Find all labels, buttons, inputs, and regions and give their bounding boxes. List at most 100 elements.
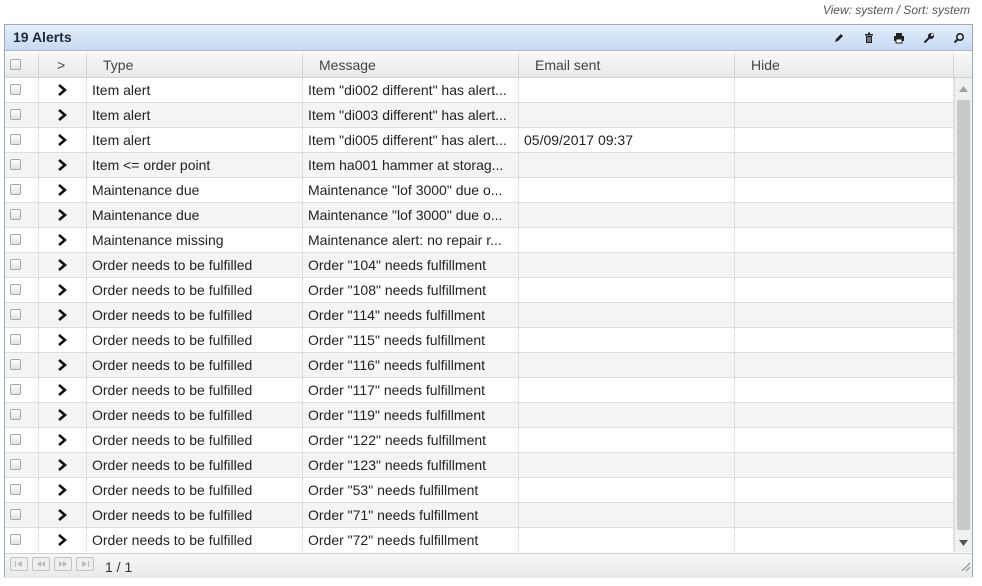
cell-message: Item "di005 different" has alert...: [303, 128, 519, 152]
row-checkbox[interactable]: [10, 184, 21, 195]
expand-row-icon[interactable]: [39, 403, 87, 427]
table-row[interactable]: Item alert Item "di005 different" has ale…: [5, 128, 954, 153]
first-page-icon[interactable]: [10, 557, 28, 571]
expand-row-icon[interactable]: [39, 303, 87, 327]
expand-row-icon[interactable]: [39, 328, 87, 352]
cell-email-sent: 05/09/2017 09:37: [519, 128, 735, 152]
panel-title: 19 Alerts: [13, 29, 72, 45]
expand-row-icon[interactable]: [39, 228, 87, 252]
row-checkbox[interactable]: [10, 159, 21, 170]
row-checkbox[interactable]: [10, 109, 21, 120]
table-row[interactable]: Order needs to be fulfilled Order "53" ne…: [5, 478, 954, 503]
row-checkbox[interactable]: [10, 284, 21, 295]
cell-message: Maintenance "lof 3000" due o...: [303, 203, 519, 227]
cell-email-sent: [519, 203, 735, 227]
column-header-hide[interactable]: Hide: [735, 53, 954, 77]
select-all-cell: [5, 53, 39, 77]
row-checkbox[interactable]: [10, 84, 21, 95]
expand-row-icon[interactable]: [39, 178, 87, 202]
column-header-email-sent[interactable]: Email sent: [519, 53, 735, 77]
edit-icon[interactable]: [830, 29, 848, 47]
row-checkbox[interactable]: [10, 309, 21, 320]
table-row[interactable]: Order needs to be fulfilled Order "104" n…: [5, 253, 954, 278]
cell-email-sent: [519, 378, 735, 402]
table-row[interactable]: Maintenance missing Maintenance alert: no…: [5, 228, 954, 253]
cell-type: Order needs to be fulfilled: [87, 453, 303, 477]
row-checkbox[interactable]: [10, 384, 21, 395]
row-checkbox[interactable]: [10, 509, 21, 520]
scrollbar-thumb[interactable]: [957, 100, 970, 530]
row-checkbox[interactable]: [10, 234, 21, 245]
expand-row-icon[interactable]: [39, 153, 87, 177]
cell-message: Order "114" needs fulfillment: [303, 303, 519, 327]
next-page-icon[interactable]: [54, 557, 72, 571]
cell-type: Order needs to be fulfilled: [87, 378, 303, 402]
row-checkbox[interactable]: [10, 434, 21, 445]
expand-row-icon[interactable]: [39, 203, 87, 227]
expand-row-icon[interactable]: [39, 278, 87, 302]
expand-row-icon[interactable]: [39, 528, 87, 552]
cell-hide: [735, 528, 954, 552]
table-row[interactable]: Item alert Item "di003 different" has ale…: [5, 103, 954, 128]
table-row[interactable]: Order needs to be fulfilled Order "117" n…: [5, 378, 954, 403]
expand-row-icon[interactable]: [39, 453, 87, 477]
expand-row-icon[interactable]: [39, 78, 87, 102]
row-checkbox[interactable]: [10, 259, 21, 270]
expand-row-icon[interactable]: [39, 428, 87, 452]
column-header-type[interactable]: Type: [87, 53, 303, 77]
prev-page-icon[interactable]: [32, 557, 50, 571]
table-row[interactable]: Order needs to be fulfilled Order "72" ne…: [5, 528, 954, 552]
row-checkbox[interactable]: [10, 484, 21, 495]
table-row[interactable]: Order needs to be fulfilled Order "119" n…: [5, 403, 954, 428]
cell-hide: [735, 78, 954, 102]
column-header-message[interactable]: Message: [303, 53, 519, 77]
cell-type: Maintenance due: [87, 203, 303, 227]
resize-grip-icon[interactable]: [961, 559, 971, 577]
expand-row-icon[interactable]: [39, 253, 87, 277]
column-header-expand[interactable]: >: [39, 53, 87, 77]
cell-message: Order "116" needs fulfillment: [303, 353, 519, 377]
expand-row-icon[interactable]: [39, 103, 87, 127]
table-row[interactable]: Item <= order point Item ha001 hammer at …: [5, 153, 954, 178]
print-icon[interactable]: [890, 29, 908, 47]
select-all-checkbox[interactable]: [10, 59, 21, 70]
scroll-up-icon[interactable]: [955, 80, 972, 98]
table-row[interactable]: Order needs to be fulfilled Order "71" ne…: [5, 503, 954, 528]
cell-type: Item <= order point: [87, 153, 303, 177]
toolbar: [830, 29, 968, 47]
expand-row-icon[interactable]: [39, 353, 87, 377]
expand-row-icon[interactable]: [39, 128, 87, 152]
row-select-cell: [5, 403, 39, 427]
last-page-icon[interactable]: [76, 557, 94, 571]
row-checkbox[interactable]: [10, 334, 21, 345]
expand-row-icon[interactable]: [39, 378, 87, 402]
cell-type: Order needs to be fulfilled: [87, 353, 303, 377]
table-row[interactable]: Order needs to be fulfilled Order "108" n…: [5, 278, 954, 303]
settings-icon[interactable]: [920, 29, 938, 47]
vertical-scrollbar[interactable]: [954, 78, 972, 552]
table-row[interactable]: Item alert Item "di002 different" has ale…: [5, 78, 954, 103]
row-checkbox[interactable]: [10, 459, 21, 470]
row-checkbox[interactable]: [10, 359, 21, 370]
cell-type: Order needs to be fulfilled: [87, 528, 303, 552]
scroll-down-icon[interactable]: [955, 534, 972, 552]
cell-type: Order needs to be fulfilled: [87, 253, 303, 277]
table-row[interactable]: Order needs to be fulfilled Order "115" n…: [5, 328, 954, 353]
delete-icon[interactable]: [860, 29, 878, 47]
row-select-cell: [5, 228, 39, 252]
expand-row-icon[interactable]: [39, 478, 87, 502]
table-row[interactable]: Order needs to be fulfilled Order "122" n…: [5, 428, 954, 453]
cell-message: Order "119" needs fulfillment: [303, 403, 519, 427]
row-checkbox[interactable]: [10, 134, 21, 145]
table-row[interactable]: Order needs to be fulfilled Order "123" n…: [5, 453, 954, 478]
table-row[interactable]: Maintenance due Maintenance "lof 3000" du…: [5, 203, 954, 228]
row-checkbox[interactable]: [10, 209, 21, 220]
table-row[interactable]: Maintenance due Maintenance "lof 3000" du…: [5, 178, 954, 203]
table-row[interactable]: Order needs to be fulfilled Order "116" n…: [5, 353, 954, 378]
cell-hide: [735, 403, 954, 427]
expand-row-icon[interactable]: [39, 503, 87, 527]
search-icon[interactable]: [950, 29, 968, 47]
table-row[interactable]: Order needs to be fulfilled Order "114" n…: [5, 303, 954, 328]
row-checkbox[interactable]: [10, 409, 21, 420]
row-checkbox[interactable]: [10, 534, 21, 545]
